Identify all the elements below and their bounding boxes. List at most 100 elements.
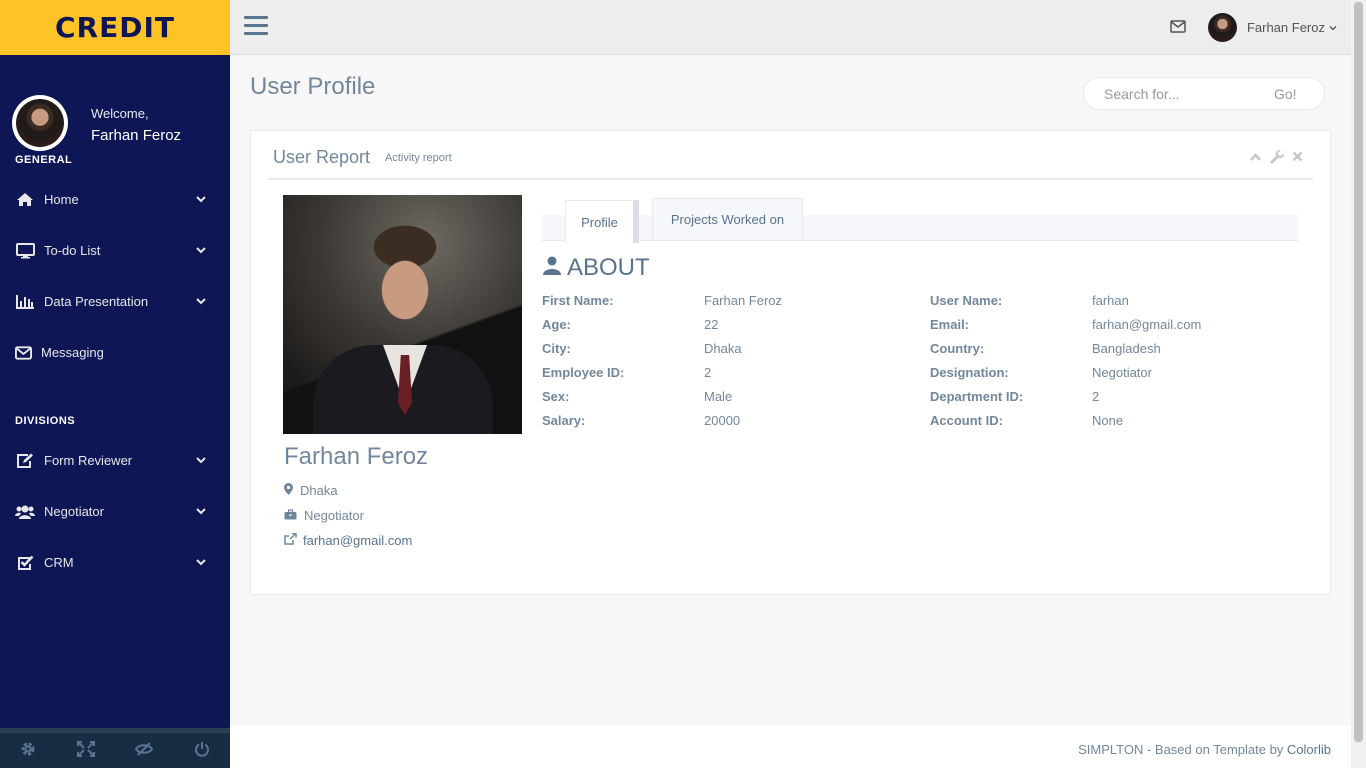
sidebar-footer-buttons bbox=[0, 728, 230, 768]
search-input[interactable] bbox=[1084, 85, 1274, 102]
panel-title: User Report bbox=[273, 147, 371, 167]
envelope-icon[interactable] bbox=[1170, 19, 1186, 36]
scrollbar-thumb[interactable] bbox=[1354, 2, 1363, 742]
field-label: Designation: bbox=[930, 365, 1009, 380]
profile-tabs: Profile Projects Worked on bbox=[542, 198, 1298, 243]
users-icon bbox=[15, 503, 35, 521]
field-label: User Name: bbox=[930, 293, 1003, 308]
panel-header: User Report Activity report bbox=[268, 131, 1313, 180]
field-label: Account ID: bbox=[930, 413, 1003, 428]
user-icon bbox=[543, 254, 567, 282]
footer-text: SIMPLTON - Based on Template by bbox=[1078, 742, 1287, 757]
about-heading: ABOUT bbox=[543, 254, 650, 282]
sidebar-item-home[interactable]: Home bbox=[0, 174, 230, 225]
field-value: Bangladesh bbox=[1092, 341, 1161, 356]
chevron-down-icon bbox=[196, 192, 206, 207]
sidebar-item-label: To-do List bbox=[44, 243, 101, 258]
sidebar-item-crm[interactable]: CRM bbox=[0, 537, 230, 588]
section-title-divisions: DIVISIONS bbox=[15, 415, 76, 427]
search-box: Go! bbox=[1083, 77, 1325, 110]
wrench-icon[interactable] bbox=[1270, 149, 1285, 167]
field-value: farhan bbox=[1092, 293, 1129, 308]
divisions-menu: Form Reviewer Negotiator CRM bbox=[0, 435, 230, 588]
profile-city: Dhaka bbox=[284, 483, 338, 498]
close-icon[interactable] bbox=[1292, 150, 1303, 167]
sidebar-item-label: Negotiator bbox=[44, 504, 104, 519]
welcome-user-name: Farhan Feroz bbox=[91, 127, 182, 144]
field-value: farhan@gmail.com bbox=[1092, 317, 1202, 332]
sidebar-item-messaging[interactable]: Messaging bbox=[0, 327, 230, 378]
brand-logo[interactable]: CREDIT bbox=[0, 0, 230, 55]
lock-icon[interactable] bbox=[135, 741, 154, 760]
field-label: Email: bbox=[930, 317, 970, 332]
search-go-button[interactable]: Go! bbox=[1274, 86, 1297, 102]
profile-email-link[interactable]: farhan@gmail.com bbox=[284, 532, 412, 548]
external-link-icon bbox=[284, 532, 301, 548]
field-label: Age: bbox=[542, 317, 571, 332]
page-title: User Profile bbox=[250, 73, 376, 100]
general-menu: Home To-do List Data Presentation Messag… bbox=[0, 174, 230, 378]
chevron-down-icon bbox=[196, 453, 206, 468]
footer-colorlib-link[interactable]: Colorlib bbox=[1287, 742, 1331, 757]
page-footer: SIMPLTON - Based on Template by Colorlib bbox=[230, 725, 1351, 768]
profile-role: Negotiator bbox=[284, 508, 364, 523]
avatar bbox=[12, 95, 68, 151]
menu-toggle-icon[interactable] bbox=[244, 16, 268, 40]
chevron-down-icon bbox=[196, 504, 206, 519]
section-title-general: GENERAL bbox=[15, 154, 73, 166]
tab-projects-worked-on[interactable]: Projects Worked on bbox=[652, 198, 803, 240]
field-label: Employee ID: bbox=[542, 365, 625, 380]
map-marker-icon bbox=[284, 483, 297, 498]
field-label: First Name: bbox=[542, 293, 614, 308]
panel-subtitle: Activity report bbox=[385, 152, 452, 164]
field-value: Dhaka bbox=[704, 341, 742, 356]
sidebar-item-label: Messaging bbox=[41, 345, 104, 360]
edit-icon bbox=[15, 452, 35, 470]
profile-photo bbox=[283, 195, 522, 434]
bar-chart-icon bbox=[15, 293, 35, 311]
home-icon bbox=[15, 191, 35, 209]
field-label: Sex: bbox=[542, 389, 570, 404]
top-navbar: Farhan Feroz bbox=[230, 0, 1351, 55]
field-label: Country: bbox=[930, 341, 985, 356]
profile-quick-info: Welcome, Farhan Feroz bbox=[0, 55, 230, 188]
sidebar-item-negotiator[interactable]: Negotiator bbox=[0, 486, 230, 537]
desktop-icon bbox=[15, 242, 35, 260]
field-value: 20000 bbox=[704, 413, 741, 428]
envelope-icon bbox=[15, 344, 32, 362]
sidebar-item-label: CRM bbox=[44, 555, 74, 570]
chevron-down-icon bbox=[196, 555, 206, 570]
field-value: Negotiator bbox=[1092, 365, 1152, 380]
user-menu-name[interactable]: Farhan Feroz bbox=[1247, 20, 1325, 35]
field-label: Department ID: bbox=[930, 389, 1024, 404]
field-value: Farhan Feroz bbox=[704, 293, 783, 308]
field-value: Male bbox=[704, 389, 733, 404]
welcome-text: Welcome, bbox=[91, 106, 149, 121]
field-label: City: bbox=[542, 341, 571, 356]
field-value: 2 bbox=[704, 365, 712, 380]
tab-profile[interactable]: Profile bbox=[565, 200, 639, 243]
avatar[interactable] bbox=[1207, 13, 1237, 42]
settings-icon[interactable] bbox=[20, 741, 36, 760]
brand-name: CREDIT bbox=[55, 11, 175, 44]
chevron-down-icon[interactable] bbox=[1329, 20, 1337, 35]
chevron-down-icon bbox=[196, 294, 206, 309]
fullscreen-icon[interactable] bbox=[76, 741, 95, 760]
sidebar-item-label: Home bbox=[44, 192, 79, 207]
collapse-icon[interactable] bbox=[1249, 150, 1262, 167]
field-value: 22 bbox=[704, 317, 719, 332]
field-label: Salary: bbox=[542, 413, 586, 428]
vertical-scrollbar[interactable] bbox=[1351, 0, 1366, 768]
sidebar: CREDIT Welcome, Farhan Feroz GENERAL Hom… bbox=[0, 0, 230, 768]
sidebar-item-label: Data Presentation bbox=[44, 294, 149, 309]
field-value: 2 bbox=[1092, 389, 1100, 404]
chevron-down-icon bbox=[196, 243, 206, 258]
field-value: None bbox=[1092, 413, 1124, 428]
power-icon[interactable] bbox=[194, 741, 210, 761]
sidebar-item-form-reviewer[interactable]: Form Reviewer bbox=[0, 435, 230, 486]
sidebar-item-todo-list[interactable]: To-do List bbox=[0, 225, 230, 276]
check-square-icon bbox=[15, 554, 35, 572]
user-report-panel: User Report Activity report Farhan Feroz… bbox=[250, 130, 1331, 595]
sidebar-item-data-presentation[interactable]: Data Presentation bbox=[0, 276, 230, 327]
profile-name: Farhan Feroz bbox=[284, 443, 429, 470]
